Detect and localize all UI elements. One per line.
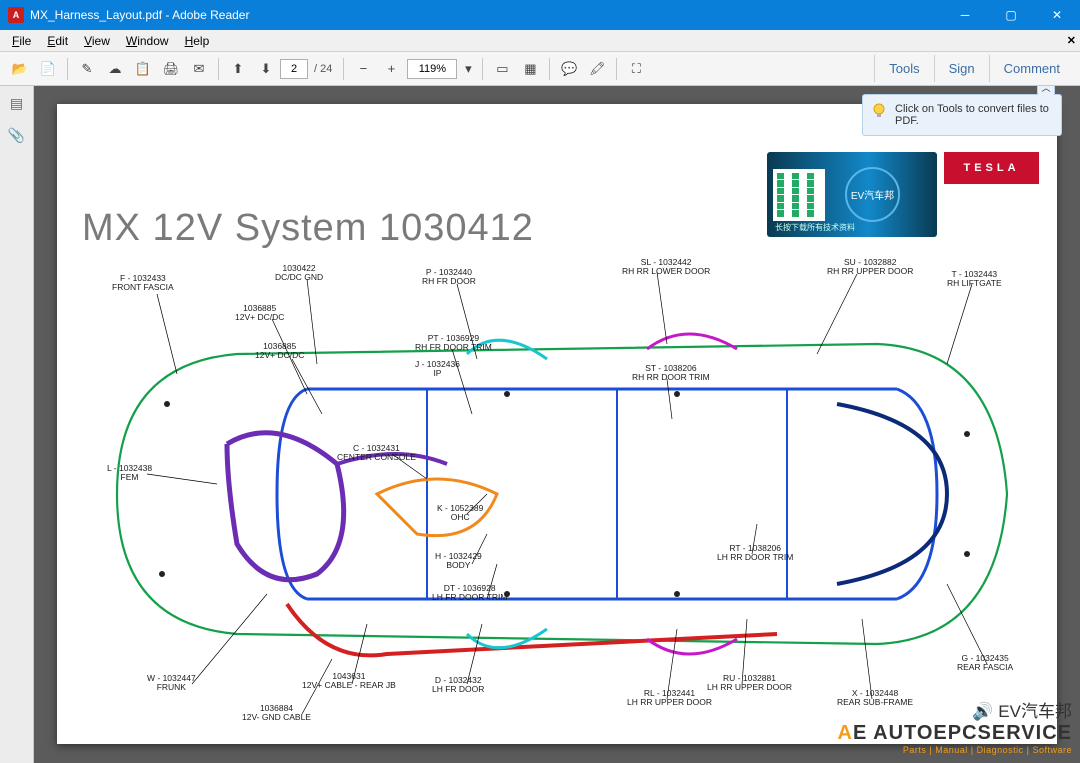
highlight-icon[interactable]: 🖍	[585, 57, 609, 81]
ev-subtitle: 长按下载所有技术资料	[775, 222, 855, 233]
label-st: ST - 1038206RH RR DOOR TRIM	[632, 364, 710, 382]
label-r12: 104363112V+ CABLE - REAR JB	[302, 672, 396, 690]
menu-close-doc[interactable]: ✕	[1067, 34, 1076, 47]
save-icon[interactable]: ✎	[75, 57, 99, 81]
label-p: P - 1032440RH FR DOOR	[422, 268, 476, 286]
label-dc: 1030422DC/DC GND	[275, 264, 323, 282]
app-icon: A	[8, 7, 24, 23]
toolbar: 📂 📄 ✎ ☁ 📋 🖨 ✉ ⬆ ⬇ / 24 − + ▾ ▭ ▦ 💬 🖍 ⛶ T…	[0, 52, 1080, 86]
zoom-in-icon[interactable]: +	[379, 57, 403, 81]
pdf-page: TESLA EV汽车邦 长按下载所有技术资料 MX 12V System 103…	[57, 104, 1057, 744]
menu-view[interactable]: View	[76, 31, 118, 51]
open-icon[interactable]: 📂	[8, 57, 32, 81]
label-c: C - 1032431CENTER CONSOLE	[337, 444, 416, 462]
zoom-dropdown-icon[interactable]: ▾	[461, 57, 475, 81]
label-k: K - 1052389OHC	[437, 504, 483, 522]
window-titlebar: A MX_Harness_Layout.pdf - Adobe Reader ─…	[0, 0, 1080, 30]
window-title: MX_Harness_Layout.pdf - Adobe Reader	[30, 8, 942, 22]
clipboard-icon[interactable]: 📋	[131, 57, 155, 81]
tools-panel-button[interactable]: Tools	[874, 55, 933, 82]
comment-panel-button[interactable]: Comment	[989, 55, 1074, 82]
tesla-logo: TESLA	[944, 152, 1039, 184]
label-t: T - 1032443RH LIFTGATE	[947, 270, 1002, 288]
hint-tooltip: ︿ Click on Tools to convert files to PDF…	[862, 94, 1062, 136]
menu-window[interactable]: Window	[118, 31, 177, 51]
watermark-line3: Parts | Manual | Diagnostic | Software	[838, 745, 1072, 755]
thumbnails-icon[interactable]: ▤	[6, 92, 28, 114]
document-viewport[interactable]: ︿ Click on Tools to convert files to PDF…	[34, 86, 1080, 763]
label-pt: PT - 1036929RH FR DOOR TRIM	[415, 334, 492, 352]
watermark-line1: 🔊 EV汽车邦	[838, 697, 1072, 722]
wiring-diagram: F - 1032433FRONT FASCIA 1030422DC/DC GND…	[77, 264, 1037, 724]
print-icon[interactable]: 🖨	[159, 57, 183, 81]
window-minimize-button[interactable]: ─	[942, 0, 988, 30]
page-number-input[interactable]	[280, 59, 308, 79]
label-d: D - 1032432LH FR DOOR	[432, 676, 484, 694]
page-down-icon[interactable]: ⬇	[254, 57, 278, 81]
zoom-input[interactable]	[407, 59, 457, 79]
label-f: F - 1032433FRONT FASCIA	[112, 274, 174, 292]
zoom-out-icon[interactable]: −	[351, 57, 375, 81]
ev-promo-card: EV汽车邦 长按下载所有技术资料	[767, 152, 937, 237]
label-rt: RT - 1038206LH RR DOOR TRIM	[717, 544, 793, 562]
watermark: 🔊 EV汽车邦 AE AUTOEPCSERVICE Parts | Manual…	[838, 697, 1072, 755]
label-j: J - 1032436IP	[415, 360, 460, 378]
page-up-icon[interactable]: ⬆	[226, 57, 250, 81]
menu-edit[interactable]: Edit	[39, 31, 76, 51]
page-total-label: / 24	[314, 63, 332, 75]
label-g: G - 1032435REAR FASCIA	[957, 654, 1013, 672]
ev-brand-circle: EV汽车邦	[845, 167, 900, 222]
label-l: L - 1032438FEM	[107, 464, 152, 482]
watermark-line2: AE AUTOEPCSERVICE	[838, 722, 1072, 745]
menu-bar: File Edit View Window Help ✕	[0, 30, 1080, 52]
label-dt: DT - 1036928LH FR DOOR TRIM	[432, 584, 507, 602]
qr-code	[773, 169, 825, 221]
menu-file[interactable]: File	[4, 31, 39, 51]
menu-help[interactable]: Help	[177, 31, 218, 51]
label-rl: RL - 1032441LH RR UPPER DOOR	[627, 689, 712, 707]
read-mode-icon[interactable]: ⛶	[624, 57, 648, 81]
comment-note-icon[interactable]: 💬	[557, 57, 581, 81]
email-icon[interactable]: ✉	[187, 57, 211, 81]
window-close-button[interactable]: ✕	[1034, 0, 1080, 30]
cloud-icon[interactable]: ☁	[103, 57, 127, 81]
label-v2: 103688512V+ DC/DC	[255, 342, 304, 360]
label-w: W - 1032447FRUNK	[147, 674, 196, 692]
tooltip-text: Click on Tools to convert files to PDF.	[895, 103, 1049, 127]
nav-sidepanel: ▤ 📎	[0, 86, 34, 763]
fit-page-icon[interactable]: ▭	[490, 57, 514, 81]
label-sl: SL - 1032442RH RR LOWER DOOR	[622, 258, 710, 276]
workspace: ▤ 📎 ︿ Click on Tools to convert files to…	[0, 86, 1080, 763]
label-h: H - 1032429BODY	[435, 552, 482, 570]
label-gnd: 103688412V- GND CABLE	[242, 704, 311, 722]
document-heading: MX 12V System 1030412	[82, 207, 534, 250]
sign-panel-button[interactable]: Sign	[934, 55, 989, 82]
lightbulb-icon	[871, 103, 887, 119]
create-pdf-icon[interactable]: 📄	[36, 57, 60, 81]
window-maximize-button[interactable]: ▢	[988, 0, 1034, 30]
fit-width-icon[interactable]: ▦	[518, 57, 542, 81]
attachments-icon[interactable]: 📎	[6, 124, 28, 146]
label-su: SU - 1032882RH RR UPPER DOOR	[827, 258, 913, 276]
tooltip-collapse-icon[interactable]: ︿	[1037, 86, 1055, 95]
label-ru: RU - 1032881LH RR UPPER DOOR	[707, 674, 792, 692]
label-v1: 103688512V+ DC/DC	[235, 304, 284, 322]
